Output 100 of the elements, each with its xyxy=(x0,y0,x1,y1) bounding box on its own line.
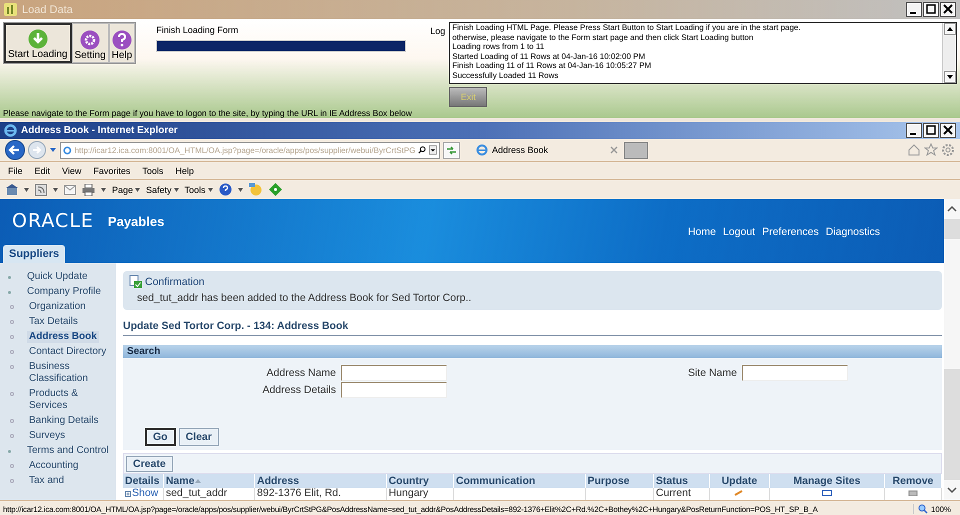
tab-label: Address Book xyxy=(492,145,548,155)
scroll-down-icon[interactable] xyxy=(944,480,960,500)
mail-icon[interactable] xyxy=(64,184,76,194)
help-icon[interactable] xyxy=(218,183,232,196)
dropdown-icon[interactable] xyxy=(53,188,58,192)
menu-item[interactable]: View xyxy=(62,166,82,176)
menu-item[interactable]: Tools xyxy=(142,166,164,176)
diamond-icon[interactable] xyxy=(268,183,282,196)
feed-icon[interactable] xyxy=(35,184,47,196)
scroll-down-icon[interactable] xyxy=(944,71,956,83)
log-line: Successfully Loaded 11 Rows xyxy=(452,70,560,81)
dropdown-icon xyxy=(174,188,179,192)
command-menu[interactable]: Page xyxy=(112,184,140,194)
column-header[interactable]: Remove xyxy=(884,474,942,488)
create-button[interactable]: Create xyxy=(126,456,173,472)
search-button[interactable]: Go xyxy=(145,428,176,446)
search-button[interactable]: Clear xyxy=(178,428,219,446)
sidebar-item[interactable]: Quick Update xyxy=(25,270,90,282)
dropdown-icon[interactable] xyxy=(238,188,243,192)
input-field[interactable] xyxy=(341,382,447,398)
column-header[interactable]: Country xyxy=(386,474,454,488)
pencil-icon[interactable] xyxy=(734,490,744,496)
menu-item[interactable]: File xyxy=(8,166,23,176)
scroll-up-icon[interactable] xyxy=(944,23,956,35)
circle-bullet-icon xyxy=(10,418,14,422)
input-field[interactable] xyxy=(742,364,848,380)
column-header[interactable]: Address xyxy=(254,474,386,488)
plus-icon xyxy=(125,490,131,496)
product-name: Payables xyxy=(108,214,164,228)
command-menu[interactable]: Tools xyxy=(184,184,213,194)
home-icon[interactable] xyxy=(6,184,18,196)
sidebar-item[interactable]: Company Profile xyxy=(25,286,103,298)
app-tab[interactable]: Suppliers xyxy=(3,245,66,263)
sidebar-item[interactable]: Address Book xyxy=(27,330,99,342)
printer-icon[interactable] xyxy=(82,184,95,196)
scroll-up-icon[interactable] xyxy=(944,199,960,219)
circle-bullet-icon xyxy=(10,334,14,338)
close-icon[interactable] xyxy=(940,2,956,17)
sidebar-item[interactable]: Organization xyxy=(27,300,88,312)
log-label: Log xyxy=(430,25,446,38)
back-icon[interactable] xyxy=(5,140,25,160)
input-field[interactable] xyxy=(341,364,447,380)
search-icon[interactable] xyxy=(418,145,426,155)
sites-icon[interactable] xyxy=(822,490,832,496)
zoom-icon xyxy=(918,504,928,514)
column-header[interactable]: Name xyxy=(163,474,255,488)
confirmation-message: sed_tut_addr has been added to the Address Book for Sed Tortor Corp.. xyxy=(137,292,472,304)
sidebar-item[interactable]: Business Classification xyxy=(27,360,116,384)
menu-item[interactable]: Help xyxy=(175,166,194,176)
sidebar-item[interactable]: Surveys xyxy=(27,430,68,442)
header-link[interactable]: Preferences xyxy=(762,226,819,238)
column-header[interactable]: Communication xyxy=(453,474,586,488)
dropdown-icon[interactable] xyxy=(101,188,106,192)
dropdown-icon[interactable] xyxy=(24,188,29,192)
menu-item[interactable]: Favorites xyxy=(93,166,130,176)
dropdown-icon[interactable] xyxy=(429,144,438,156)
sidebar-item[interactable]: Contact Directory xyxy=(27,346,108,358)
star-icon[interactable] xyxy=(924,143,938,157)
menu-item[interactable]: Edit xyxy=(34,166,50,176)
toolbar-button[interactable]: Help xyxy=(108,23,136,63)
close-icon[interactable] xyxy=(940,123,956,138)
scrollbar-thumb[interactable] xyxy=(944,239,960,369)
field-label: Address Name xyxy=(266,366,337,378)
field-label: Site Name xyxy=(686,366,738,378)
sidebar-item[interactable]: Terms and Control xyxy=(25,444,111,456)
column-header[interactable]: Status xyxy=(653,474,710,488)
sidebar-item[interactable]: Tax and xyxy=(27,474,66,486)
toolbar-button[interactable]: Start Loading xyxy=(4,23,72,63)
page-icon xyxy=(63,144,72,156)
circle-bullet-icon xyxy=(10,304,14,308)
column-header[interactable]: Manage Sites xyxy=(769,474,884,488)
minimize-icon[interactable] xyxy=(906,123,922,138)
column-header[interactable]: Update xyxy=(709,474,770,488)
maximize-icon[interactable] xyxy=(923,2,939,17)
minimize-icon[interactable] xyxy=(906,2,922,17)
sidebar-item[interactable]: Banking Details xyxy=(27,414,100,426)
circle-bullet-icon xyxy=(10,434,14,438)
trash-icon[interactable] xyxy=(908,490,918,496)
page-title: Update Sed Tortor Corp. - 134: Address Book xyxy=(123,320,942,336)
bullet-icon xyxy=(8,276,11,278)
header-link[interactable]: Home xyxy=(688,226,716,238)
sidebar-item[interactable]: Products & Services xyxy=(27,388,116,412)
header-link[interactable]: Logout xyxy=(722,226,756,238)
column-header[interactable]: Purpose xyxy=(585,474,654,488)
confirmation-icon xyxy=(129,275,142,288)
sidebar-item[interactable]: Accounting xyxy=(27,460,80,472)
help-icon xyxy=(112,30,132,50)
browser-icon xyxy=(476,144,488,156)
command-menu[interactable]: Safety xyxy=(146,184,179,194)
field-label: Address Details xyxy=(261,384,337,396)
download-icon xyxy=(28,29,48,49)
maximize-icon[interactable] xyxy=(923,123,939,138)
browser-tab[interactable]: Address Book xyxy=(473,140,621,160)
new-tab-button[interactable] xyxy=(624,142,648,158)
refresh-icon[interactable] xyxy=(443,142,460,158)
sidebar-item[interactable]: Tax Details xyxy=(27,316,80,328)
column-header[interactable]: Details xyxy=(123,474,164,488)
header-link[interactable]: Diagnostics xyxy=(826,226,880,238)
show-link[interactable]: Show xyxy=(125,488,158,499)
toolbar-button[interactable]: Setting xyxy=(72,23,109,63)
